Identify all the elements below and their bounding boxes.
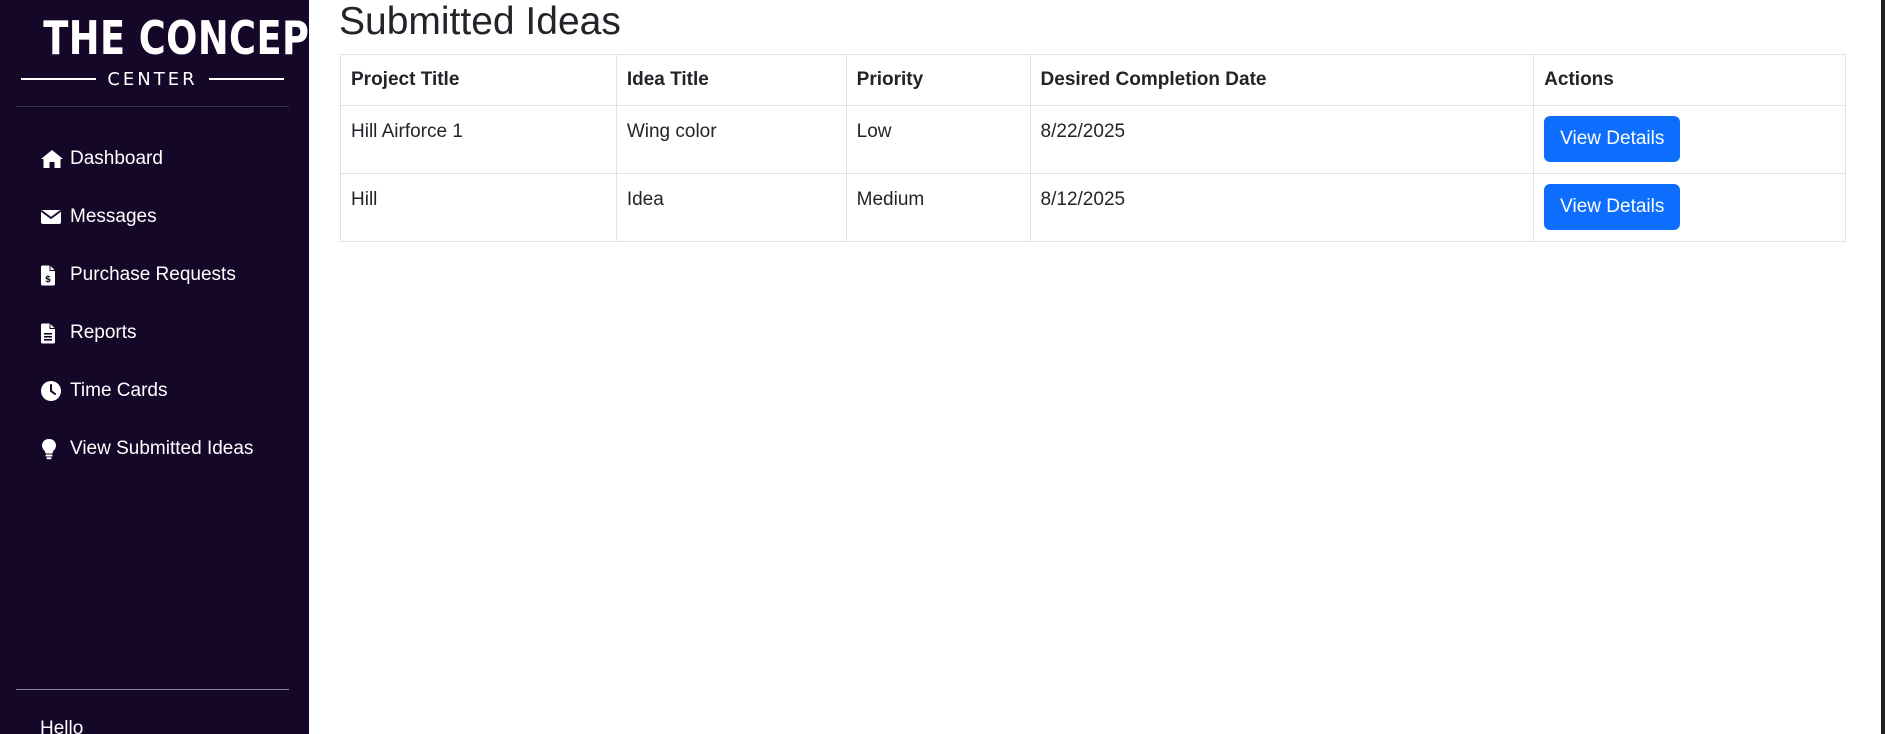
brand-logo[interactable]: THE CONCEPT CENTER — [16, 11, 335, 90]
cell-priority: Medium — [845, 173, 1031, 242]
home-icon — [40, 148, 64, 170]
sidebar-item-label: Messages — [70, 206, 157, 227]
table-row: Hill Airforce 1 Wing color Low 8/22/2025… — [340, 105, 1846, 174]
logo-rule-right — [209, 78, 284, 80]
brand-logo-sub: CENTER — [107, 68, 198, 90]
sidebar-item-label: Purchase Requests — [70, 264, 236, 285]
ideas-table: Project Title Idea Title Priority Desire… — [340, 54, 1846, 242]
column-header-priority: Priority — [845, 54, 1031, 106]
sidebar-item-label: Time Cards — [70, 380, 168, 401]
cell-actions: View Details — [1533, 105, 1846, 174]
sidebar-item-reports[interactable]: Reports — [0, 304, 309, 362]
cell-idea-title: Wing color — [615, 105, 847, 174]
cell-desired-completion-date: 8/22/2025 — [1029, 105, 1535, 174]
sidebar: THE CONCEPT CENTER Dashboard Messages $ … — [0, 0, 335, 734]
sidebar-divider — [16, 106, 289, 107]
brand-logo-main: THE CONCEPT — [43, 11, 335, 65]
cell-desired-completion-date: 8/12/2025 — [1029, 173, 1535, 242]
scrollbar[interactable] — [1881, 0, 1885, 734]
scrollbar-track — [1846, 0, 1881, 734]
table-header-row: Project Title Idea Title Priority Desire… — [340, 54, 1846, 106]
main-content: Submitted Ideas Project Title Idea Title… — [309, 0, 1846, 734]
lightbulb-icon — [40, 438, 64, 460]
sidebar-item-dashboard[interactable]: Dashboard — [0, 130, 309, 188]
sidebar-nav: Dashboard Messages $ Purchase Requests R… — [0, 130, 309, 478]
cell-project-title: Hill Airforce 1 — [340, 105, 617, 174]
envelope-icon — [40, 206, 64, 228]
column-header-actions: Actions — [1533, 54, 1846, 106]
view-details-button[interactable]: View Details — [1544, 116, 1681, 162]
view-details-button[interactable]: View Details — [1544, 184, 1681, 230]
sidebar-item-label: Dashboard — [70, 148, 163, 169]
column-header-project-title: Project Title — [340, 54, 617, 106]
table-row: Hill Idea Medium 8/12/2025 View Details — [340, 173, 1846, 242]
sidebar-divider-bottom — [16, 689, 289, 690]
user-greeting: Hello — [40, 718, 84, 734]
cell-priority: Low — [845, 105, 1031, 174]
app-window: THE CONCEPT CENTER Dashboard Messages $ … — [0, 0, 1885, 734]
sidebar-item-time-cards[interactable]: Time Cards — [0, 362, 309, 420]
sidebar-item-messages[interactable]: Messages — [0, 188, 309, 246]
logo-rule-left — [21, 78, 96, 80]
brand-logo-subrow: CENTER — [21, 68, 284, 90]
sidebar-item-label: View Submitted Ideas — [70, 438, 254, 459]
cell-actions: View Details — [1533, 173, 1846, 242]
cell-idea-title: Idea — [615, 173, 847, 242]
sidebar-item-label: Reports — [70, 322, 137, 343]
sidebar-item-purchase-requests[interactable]: $ Purchase Requests — [0, 246, 309, 304]
page-title: Submitted Ideas — [339, 0, 621, 43]
file-text-icon — [40, 322, 64, 344]
column-header-desired-completion-date: Desired Completion Date — [1029, 54, 1535, 106]
svg-text:$: $ — [45, 275, 51, 285]
clock-icon — [40, 380, 64, 402]
column-header-idea-title: Idea Title — [615, 54, 847, 106]
cell-project-title: Hill — [340, 173, 617, 242]
sidebar-item-view-submitted-ideas[interactable]: View Submitted Ideas — [0, 420, 309, 478]
invoice-dollar-icon: $ — [40, 264, 64, 286]
